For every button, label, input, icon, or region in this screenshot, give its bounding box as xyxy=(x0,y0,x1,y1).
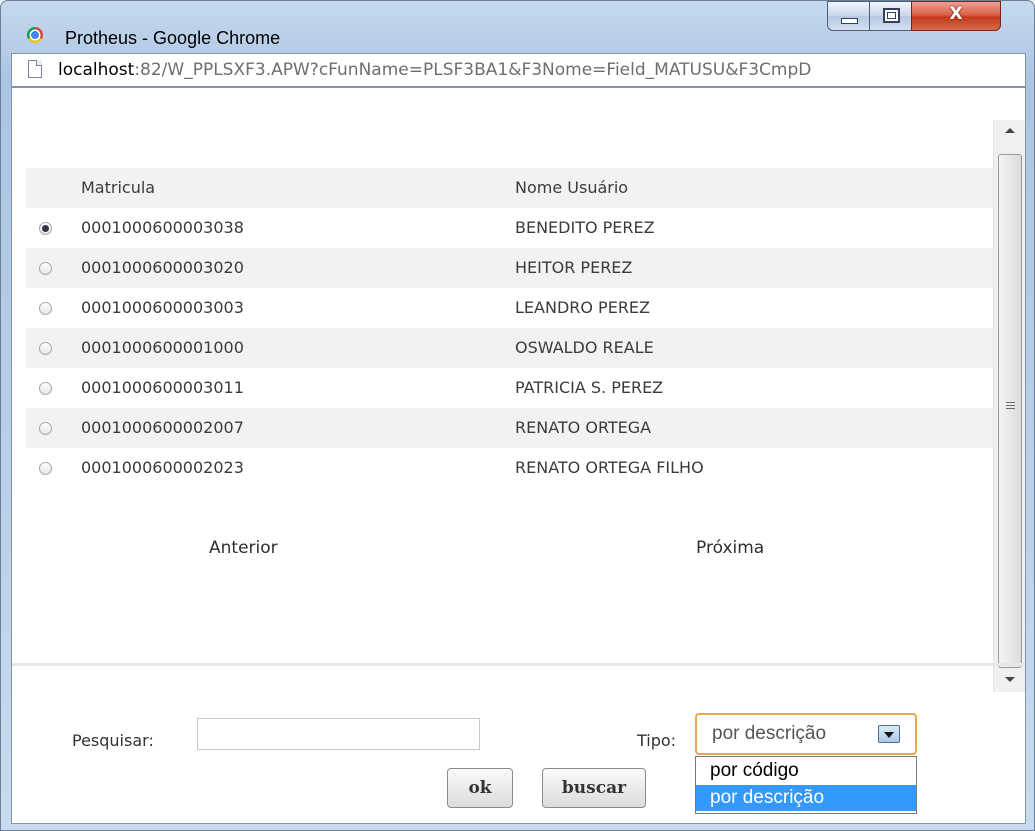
minimize-button[interactable] xyxy=(827,1,870,31)
section-divider xyxy=(12,663,1025,666)
row-matricula: 0001000600002023 xyxy=(81,458,244,477)
buscar-button[interactable]: buscar xyxy=(542,768,646,808)
scroll-thumb[interactable] xyxy=(998,154,1022,668)
search-label: Pesquisar: xyxy=(72,731,154,750)
row-nome: OSWALDO REALE xyxy=(515,338,654,357)
url-text[interactable]: localhost:82/W_PPLSXF3.APW?cFunName=PLSF… xyxy=(58,60,811,80)
close-button[interactable]: X xyxy=(911,1,1001,31)
header-matricula: Matricula xyxy=(81,178,156,197)
table-header: Matricula Nome Usuário xyxy=(26,168,993,208)
table-row[interactable]: 0001000600001000 OSWALDO REALE xyxy=(26,328,993,368)
row-nome: RENATO ORTEGA xyxy=(515,418,652,437)
header-nome-usuario: Nome Usuário xyxy=(515,178,629,197)
row-radio[interactable] xyxy=(39,422,52,435)
row-nome: BENEDITO PEREZ xyxy=(515,218,655,237)
grip-line xyxy=(1006,405,1015,406)
maximize-icon xyxy=(883,8,900,23)
row-matricula: 0001000600003038 xyxy=(81,218,244,237)
scroll-up-arrow-icon[interactable] xyxy=(1005,128,1015,133)
row-nome: PATRICIA S. PEREZ xyxy=(515,378,664,397)
row-radio[interactable] xyxy=(39,262,52,275)
row-matricula: 0001000600003011 xyxy=(81,378,244,397)
row-radio[interactable] xyxy=(39,342,52,355)
page-icon xyxy=(28,60,42,78)
title-bar[interactable]: Protheus - Google Chrome X xyxy=(1,1,1034,48)
row-radio[interactable] xyxy=(39,222,52,235)
row-matricula: 0001000600001000 xyxy=(81,338,244,357)
table-row[interactable]: 0001000600003003 LEANDRO PEREZ xyxy=(26,288,993,328)
row-nome: RENATO ORTEGA FILHO xyxy=(515,458,704,477)
vertical-scrollbar[interactable] xyxy=(993,120,1025,692)
address-bar[interactable]: localhost:82/W_PPLSXF3.APW?cFunName=PLSF… xyxy=(11,53,1026,87)
row-radio[interactable] xyxy=(39,462,52,475)
page-content: Matricula Nome Usuário 0001000600003038 … xyxy=(11,87,1026,824)
tipo-dropdown-list: por código por descrição xyxy=(695,756,917,814)
ok-button[interactable]: ok xyxy=(447,768,513,808)
window-title: Protheus - Google Chrome xyxy=(65,28,281,48)
row-matricula: 0001000600003020 xyxy=(81,258,244,277)
row-radio[interactable] xyxy=(39,302,52,315)
url-host: localhost xyxy=(58,60,135,80)
maximize-button[interactable] xyxy=(869,1,912,31)
close-icon: X xyxy=(949,4,963,24)
row-nome: LEANDRO PEREZ xyxy=(515,298,650,317)
minimize-icon xyxy=(841,18,858,24)
row-matricula: 0001000600003003 xyxy=(81,298,244,317)
chevron-down-icon[interactable] xyxy=(878,725,900,743)
browser-window: Protheus - Google Chrome X localhost:82/… xyxy=(0,0,1035,831)
table-row[interactable]: 0001000600003038 BENEDITO PEREZ xyxy=(26,208,993,248)
tipo-selected-value: por descrição xyxy=(712,723,827,744)
next-page-link[interactable]: Próxima xyxy=(696,538,764,558)
tipo-option-codigo[interactable]: por código xyxy=(696,758,916,784)
search-input[interactable] xyxy=(197,718,480,750)
tipo-label: Tipo: xyxy=(637,731,677,750)
grip-line xyxy=(1006,402,1015,403)
scroll-down-arrow-icon[interactable] xyxy=(1005,677,1015,682)
tipo-select[interactable]: por descrição xyxy=(695,713,917,755)
previous-page-link[interactable]: Anterior xyxy=(209,538,278,558)
tipo-option-descricao[interactable]: por descrição xyxy=(696,785,916,811)
row-nome: HEITOR PEREZ xyxy=(515,258,633,277)
table-row[interactable]: 0001000600003020 HEITOR PEREZ xyxy=(26,248,993,288)
table-row[interactable]: 0001000600003011 PATRICIA S. PEREZ xyxy=(26,368,993,408)
chrome-logo-icon xyxy=(27,27,43,43)
table-row[interactable]: 0001000600002023 RENATO ORTEGA FILHO xyxy=(26,448,993,488)
row-radio[interactable] xyxy=(39,382,52,395)
row-matricula: 0001000600002007 xyxy=(81,418,244,437)
url-path: :82/W_PPLSXF3.APW?cFunName=PLSF3BA1&F3No… xyxy=(134,60,812,80)
grip-line xyxy=(1006,408,1015,409)
table-row[interactable]: 0001000600002007 RENATO ORTEGA xyxy=(26,408,993,448)
